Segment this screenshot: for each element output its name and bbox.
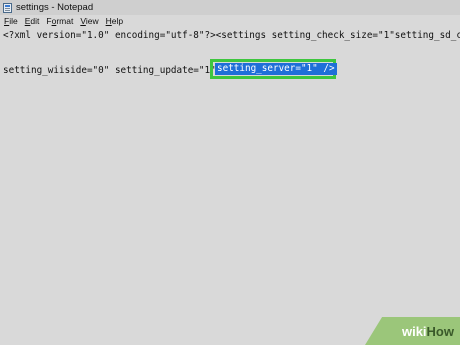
menu-view[interactable]: View (80, 16, 98, 26)
selected-text[interactable]: setting_server="1" /> (215, 63, 337, 75)
menu-help[interactable]: Help (106, 16, 123, 26)
notepad-icon (3, 2, 12, 13)
menu-format[interactable]: Format (46, 16, 73, 26)
wikihow-logo: wikiHow (401, 323, 454, 339)
menu-bar: File Edit Format View Help (0, 15, 460, 27)
title-bar: settings - Notepad (0, 0, 460, 15)
wikihow-watermark: wikiHow (365, 317, 460, 345)
editor-line-2[interactable]: setting_wiiside="0" setting_update="1" (3, 65, 221, 77)
editor-line-1[interactable]: <?xml version="1.0" encoding="utf-8"?><s… (3, 30, 460, 42)
menu-file[interactable]: File (4, 16, 18, 26)
window-title: settings - Notepad (16, 2, 94, 13)
menu-edit[interactable]: Edit (25, 16, 40, 26)
